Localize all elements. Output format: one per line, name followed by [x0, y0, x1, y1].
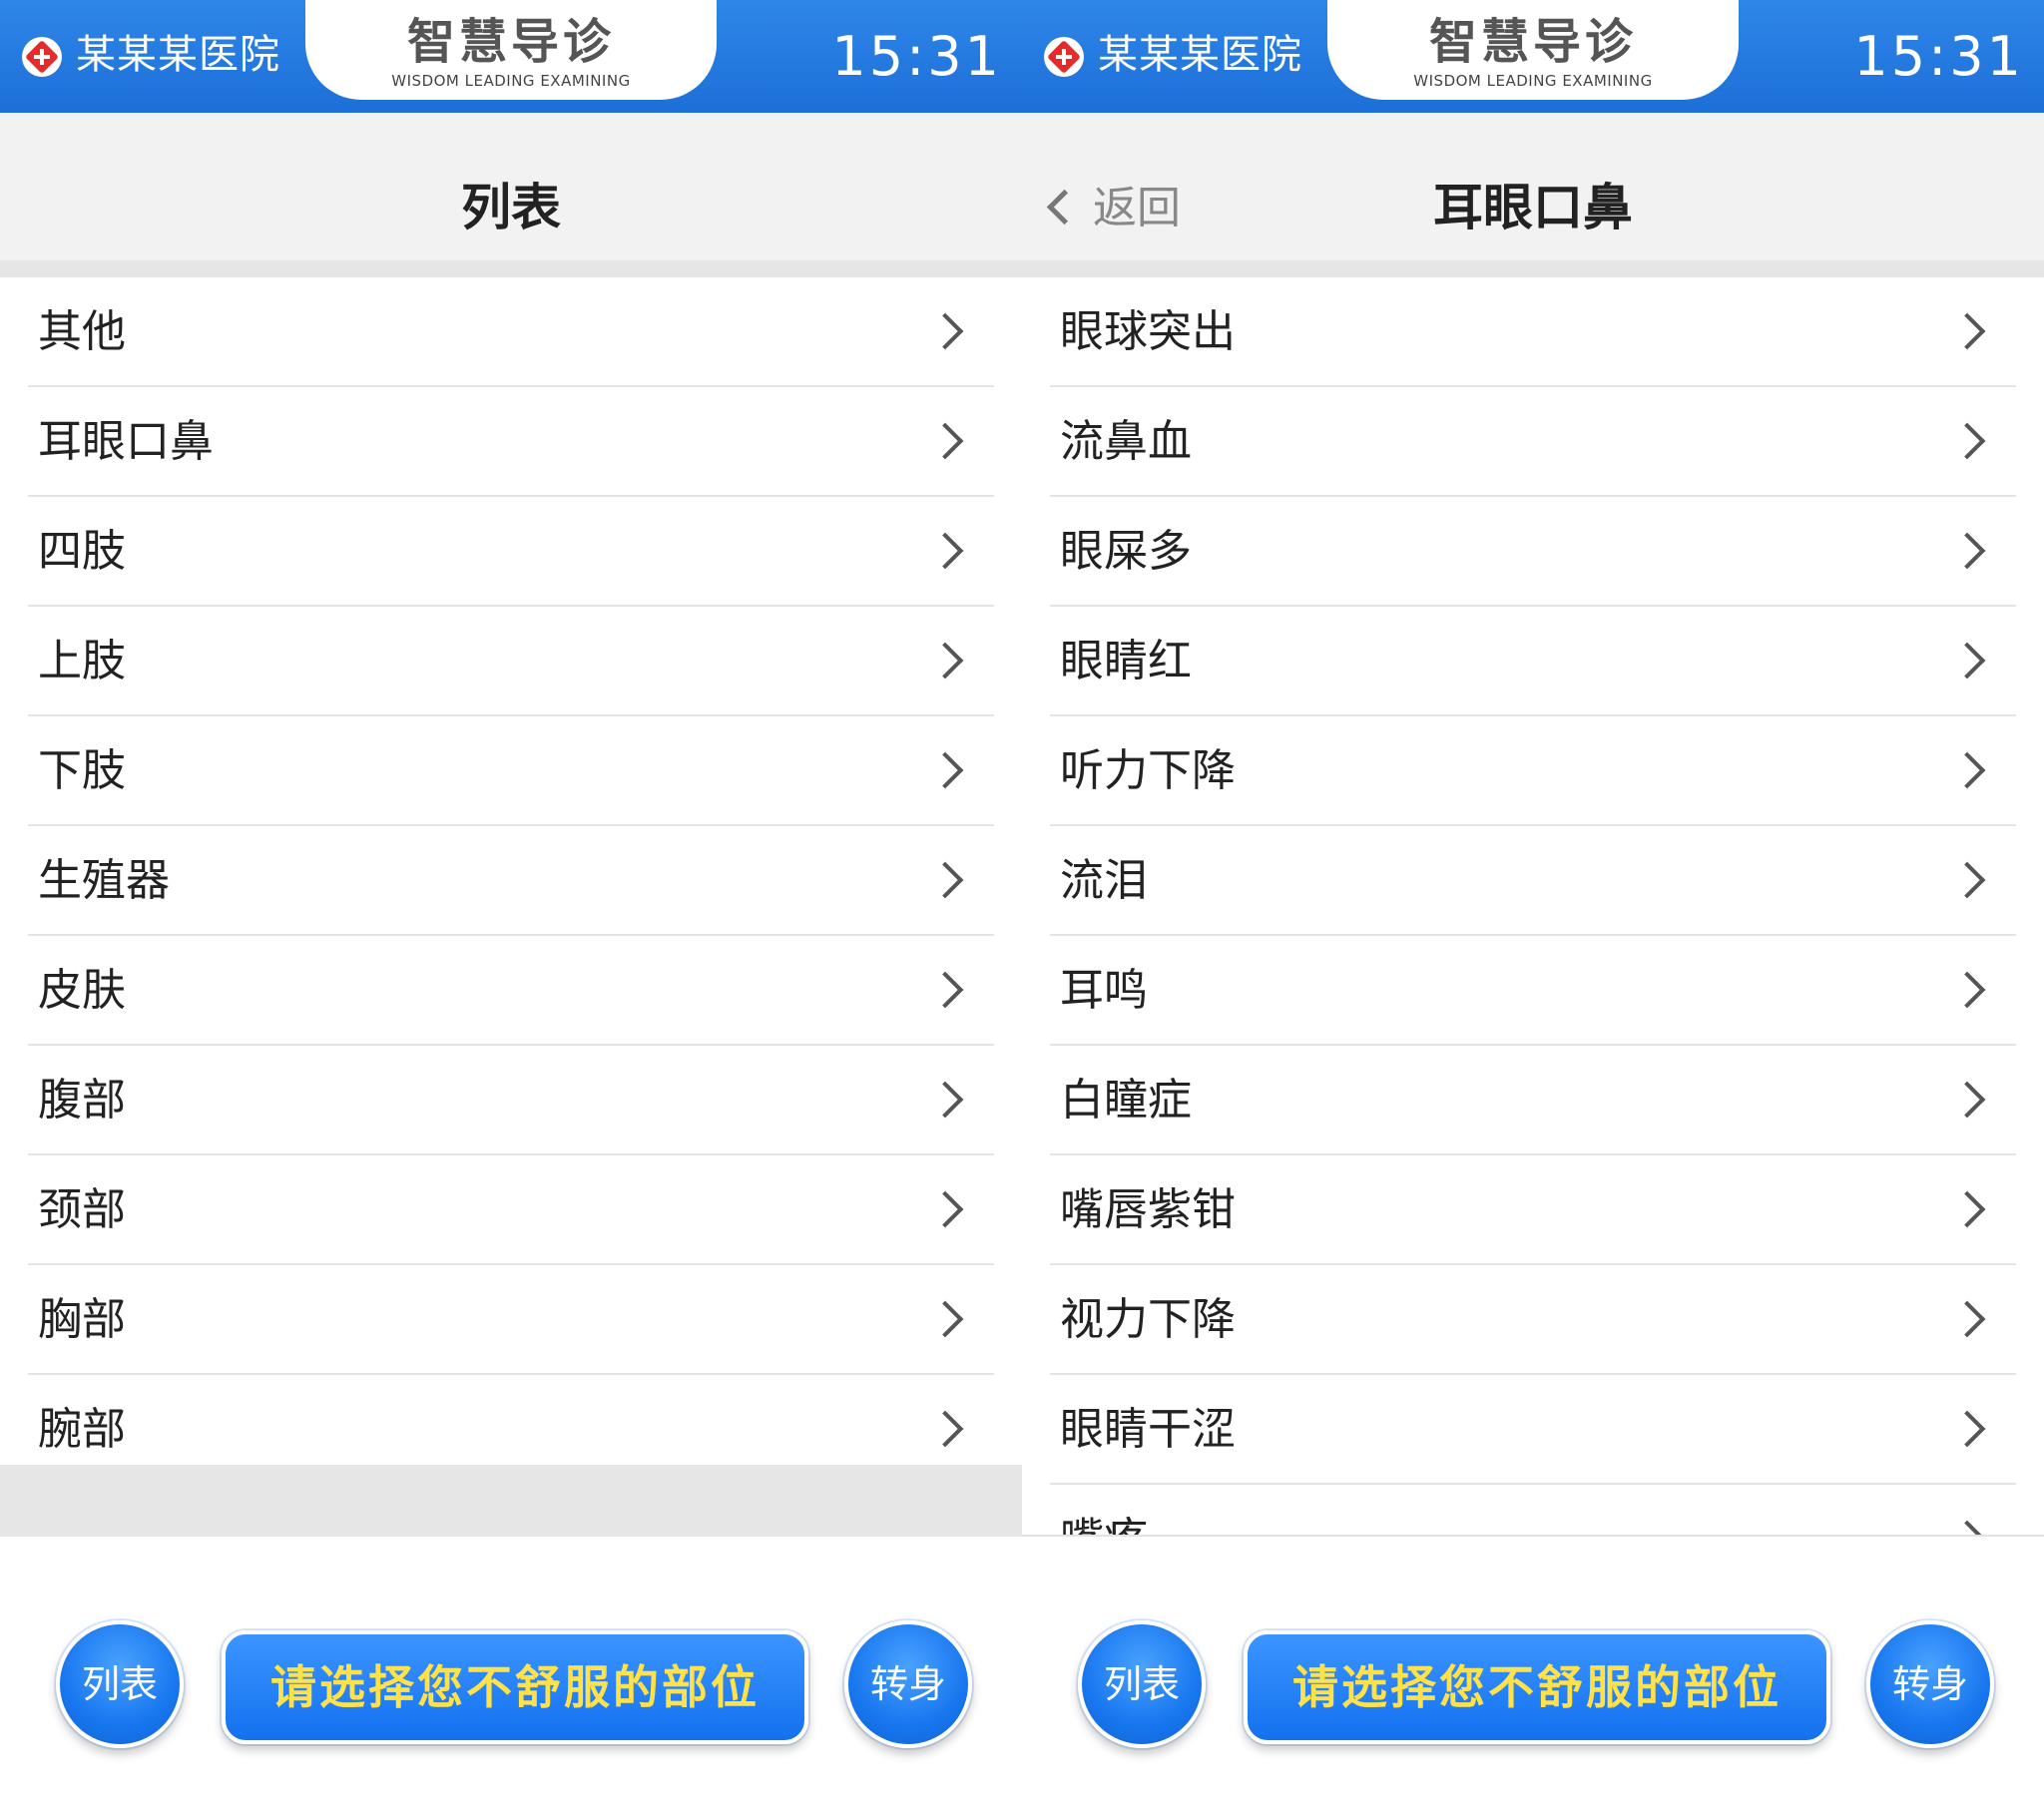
list-item-label: 流泪 [1060, 855, 1148, 906]
list-item[interactable]: 上肢 [28, 607, 994, 716]
nav-header: 列表 [0, 113, 1022, 260]
hospital-name: 某某某医院 [1098, 32, 1302, 78]
list-item[interactable]: 耳鸣 [1050, 936, 2016, 1046]
chevron-right-icon [1948, 1410, 1986, 1448]
body-part-list: 其他 耳眼口鼻 四肢 上肢 下肢 生殖器 皮肤 腹部 颈部 胸部 腕部 [0, 277, 1022, 1537]
list-item-label: 腹部 [38, 1075, 126, 1126]
list-item-label: 下肢 [38, 745, 126, 796]
chevron-right-icon [1948, 971, 1986, 1009]
app-title: 智慧导诊 [406, 14, 615, 70]
clock: 15:31 [1853, 25, 2024, 88]
hospital-cross-icon [1044, 37, 1084, 77]
list-item-label: 其他 [38, 306, 126, 357]
list-item-label: 流鼻血 [1060, 416, 1192, 467]
chevron-right-icon [1948, 1300, 1986, 1338]
list-item[interactable]: 腹部 [28, 1046, 994, 1155]
right-screen: 某某某医院 智慧导诊 WISDOM LEADING EXAMINING 15:3… [1022, 0, 2044, 1816]
chevron-right-icon [1948, 422, 1986, 460]
list-item-label: 四肢 [38, 526, 126, 577]
list-item[interactable]: 眼屎多 [1050, 497, 2016, 607]
chevron-right-icon [1948, 861, 1986, 899]
clock: 15:31 [831, 25, 1002, 88]
left-screen: 某某某医院 智慧导诊 WISDOM LEADING EXAMINING 15:3… [0, 0, 1022, 1816]
turn-around-button[interactable]: 转身 [1866, 1620, 1994, 1748]
app-title-tab: 智慧导诊 WISDOM LEADING EXAMINING [305, 0, 717, 100]
chevron-right-icon [1948, 1081, 1986, 1119]
list-item[interactable]: 眼睛干涩 [1050, 1375, 2016, 1485]
divider [1022, 260, 2044, 277]
list-item[interactable]: 听力下降 [1050, 716, 2016, 826]
chevron-right-icon [1948, 532, 1986, 570]
app-subtitle: WISDOM LEADING EXAMINING [391, 72, 631, 90]
list-button[interactable]: 列表 [56, 1620, 184, 1748]
list-item-label: 眼睛红 [1060, 636, 1192, 686]
chevron-right-icon [926, 1410, 964, 1448]
list-item-label: 白瞳症 [1060, 1075, 1192, 1126]
list-item-label: 听力下降 [1060, 745, 1236, 796]
list-item-label: 嘴唇紫钳 [1060, 1184, 1236, 1235]
divider [1022, 1535, 2044, 1537]
list-item[interactable]: 嘴疼 [1050, 1485, 2016, 1537]
list-item-label: 耳鸣 [1060, 965, 1148, 1016]
divider [0, 260, 1022, 277]
list-item-label: 颈部 [38, 1184, 126, 1235]
list-item[interactable]: 皮肤 [28, 936, 994, 1046]
list-item[interactable]: 眼睛红 [1050, 607, 2016, 716]
list-item-label: 眼屎多 [1060, 526, 1192, 577]
list-item[interactable]: 生殖器 [28, 826, 994, 936]
list-item[interactable]: 耳眼口鼻 [28, 387, 994, 497]
list-item[interactable]: 胸部 [28, 1265, 994, 1375]
list-item[interactable]: 白瞳症 [1050, 1046, 2016, 1155]
turn-around-button[interactable]: 转身 [844, 1620, 972, 1748]
hospital-cross-icon [22, 37, 62, 77]
list-item[interactable]: 流鼻血 [1050, 387, 2016, 497]
status-bar: 某某某医院 智慧导诊 WISDOM LEADING EXAMINING 15:3… [1022, 0, 2044, 113]
list-item-label: 皮肤 [38, 965, 126, 1016]
list-item[interactable]: 颈部 [28, 1155, 994, 1265]
chevron-right-icon [926, 312, 964, 350]
chevron-right-icon [926, 1190, 964, 1228]
list-item-label: 视力下降 [1060, 1294, 1236, 1345]
chevron-right-icon [926, 1300, 964, 1338]
list-button[interactable]: 列表 [1078, 1620, 1206, 1748]
chevron-right-icon [1948, 1190, 1986, 1228]
select-body-part-button[interactable]: 请选择您不舒服的部位 [1244, 1630, 1830, 1744]
list-item-label: 上肢 [38, 636, 126, 686]
list-item-label: 嘴疼 [1060, 1485, 1148, 1537]
list-item[interactable]: 下肢 [28, 716, 994, 826]
chevron-right-icon [926, 422, 964, 460]
app-title: 智慧导诊 [1428, 14, 1637, 70]
list-item[interactable]: 眼球突出 [1050, 277, 2016, 387]
chevron-right-icon [1948, 751, 1986, 789]
list-item[interactable]: 流泪 [1050, 826, 2016, 936]
list-item-label: 胸部 [38, 1294, 126, 1345]
chevron-right-icon [1948, 312, 1986, 350]
chevron-right-icon [926, 1081, 964, 1119]
status-bar: 某某某医院 智慧导诊 WISDOM LEADING EXAMINING 15:3… [0, 0, 1022, 113]
chevron-right-icon [926, 971, 964, 1009]
list-item-label: 眼睛干涩 [1060, 1404, 1236, 1455]
list-item[interactable]: 其他 [28, 277, 994, 387]
chevron-right-icon [926, 861, 964, 899]
list-item-label: 生殖器 [38, 855, 170, 906]
list-item[interactable]: 视力下降 [1050, 1265, 2016, 1375]
chevron-right-icon [1948, 642, 1986, 680]
chevron-right-icon [926, 751, 964, 789]
list-footer-area [0, 1465, 1022, 1537]
list-item-label: 眼球突出 [1060, 306, 1236, 357]
symptom-list: 眼球突出 流鼻血 眼屎多 眼睛红 听力下降 流泪 耳鸣 白瞳症 嘴唇紫钳 视力下… [1022, 277, 2044, 1537]
app-title-tab: 智慧导诊 WISDOM LEADING EXAMINING [1327, 0, 1739, 100]
list-item[interactable]: 嘴唇紫钳 [1050, 1155, 2016, 1265]
chevron-right-icon [926, 642, 964, 680]
list-item-label: 耳眼口鼻 [38, 416, 214, 467]
chevron-right-icon [926, 532, 964, 570]
select-body-part-button[interactable]: 请选择您不舒服的部位 [222, 1630, 808, 1744]
app-subtitle: WISDOM LEADING EXAMINING [1413, 72, 1653, 90]
list-item[interactable]: 四肢 [28, 497, 994, 607]
hospital-name: 某某某医院 [76, 32, 280, 78]
nav-header: 返回 耳眼口鼻 [1022, 113, 2044, 260]
